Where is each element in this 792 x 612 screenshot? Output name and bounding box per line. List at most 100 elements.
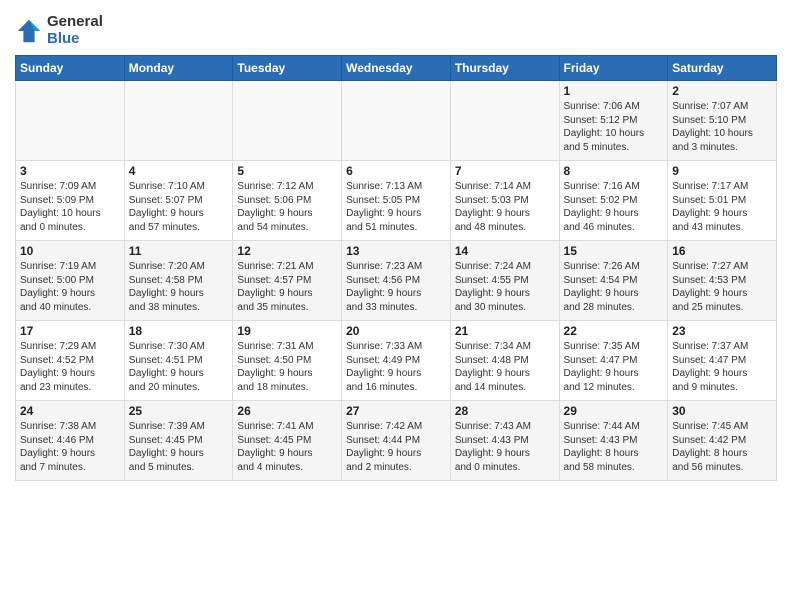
day-info: Sunrise: 7:20 AM Sunset: 4:58 PM Dayligh… bbox=[129, 260, 229, 314]
day-number: 27 bbox=[346, 404, 446, 418]
weekday-header-tuesday: Tuesday bbox=[233, 56, 342, 81]
day-info: Sunrise: 7:38 AM Sunset: 4:46 PM Dayligh… bbox=[20, 420, 120, 474]
day-info: Sunrise: 7:35 AM Sunset: 4:47 PM Dayligh… bbox=[564, 340, 664, 394]
calendar-cell: 3 Sunrise: 7:09 AM Sunset: 5:09 PM Daylig… bbox=[16, 161, 125, 241]
logo-icon bbox=[15, 17, 43, 45]
calendar-cell: 24 Sunrise: 7:38 AM Sunset: 4:46 PM Dayli… bbox=[16, 401, 125, 481]
day-info: Sunrise: 7:44 AM Sunset: 4:43 PM Dayligh… bbox=[564, 420, 664, 474]
day-number: 1 bbox=[564, 84, 664, 98]
day-info: Sunrise: 7:43 AM Sunset: 4:43 PM Dayligh… bbox=[455, 420, 555, 474]
day-info: Sunrise: 7:09 AM Sunset: 5:09 PM Dayligh… bbox=[20, 180, 120, 234]
day-info: Sunrise: 7:31 AM Sunset: 4:50 PM Dayligh… bbox=[237, 340, 337, 394]
day-info: Sunrise: 7:27 AM Sunset: 4:53 PM Dayligh… bbox=[672, 260, 772, 314]
calendar-cell: 20 Sunrise: 7:33 AM Sunset: 4:49 PM Dayli… bbox=[342, 321, 451, 401]
calendar-cell: 15Sunrise: 7:26 AM Sunset: 4:54 PM Dayli… bbox=[559, 241, 668, 321]
day-number: 3 bbox=[20, 164, 120, 178]
day-number: 29 bbox=[564, 404, 664, 418]
weekday-header-friday: Friday bbox=[559, 56, 668, 81]
day-info: Sunrise: 7:37 AM Sunset: 4:47 PM Dayligh… bbox=[672, 340, 772, 394]
day-number: 28 bbox=[455, 404, 555, 418]
calendar-cell: 2 Sunrise: 7:07 AM Sunset: 5:10 PM Daylig… bbox=[668, 81, 777, 161]
day-info: Sunrise: 7:13 AM Sunset: 5:05 PM Dayligh… bbox=[346, 180, 446, 234]
calendar-cell: 19 Sunrise: 7:31 AM Sunset: 4:50 PM Dayli… bbox=[233, 321, 342, 401]
calendar-cell: 23Sunrise: 7:37 AM Sunset: 4:47 PM Dayli… bbox=[668, 321, 777, 401]
calendar-cell: 26 Sunrise: 7:41 AM Sunset: 4:45 PM Dayli… bbox=[233, 401, 342, 481]
day-number: 12 bbox=[237, 244, 337, 258]
day-info: Sunrise: 7:29 AM Sunset: 4:52 PM Dayligh… bbox=[20, 340, 120, 394]
day-info: Sunrise: 7:06 AM Sunset: 5:12 PM Dayligh… bbox=[564, 100, 664, 154]
day-info: Sunrise: 7:39 AM Sunset: 4:45 PM Dayligh… bbox=[129, 420, 229, 474]
day-info: Sunrise: 7:24 AM Sunset: 4:55 PM Dayligh… bbox=[455, 260, 555, 314]
day-info: Sunrise: 7:17 AM Sunset: 5:01 PM Dayligh… bbox=[672, 180, 772, 234]
calendar-cell: 4 Sunrise: 7:10 AM Sunset: 5:07 PM Daylig… bbox=[124, 161, 233, 241]
day-number: 24 bbox=[20, 404, 120, 418]
day-number: 7 bbox=[455, 164, 555, 178]
logo-text: General Blue bbox=[47, 14, 103, 47]
calendar-cell bbox=[16, 81, 125, 161]
day-number: 20 bbox=[346, 324, 446, 338]
day-number: 4 bbox=[129, 164, 229, 178]
calendar-cell bbox=[233, 81, 342, 161]
calendar-cell: 22Sunrise: 7:35 AM Sunset: 4:47 PM Dayli… bbox=[559, 321, 668, 401]
logo: General Blue bbox=[15, 14, 103, 47]
calendar-cell: 16 Sunrise: 7:27 AM Sunset: 4:53 PM Dayli… bbox=[668, 241, 777, 321]
day-info: Sunrise: 7:42 AM Sunset: 4:44 PM Dayligh… bbox=[346, 420, 446, 474]
day-number: 30 bbox=[672, 404, 772, 418]
calendar-cell: 6 Sunrise: 7:13 AM Sunset: 5:05 PM Daylig… bbox=[342, 161, 451, 241]
day-number: 26 bbox=[237, 404, 337, 418]
calendar-cell: 17Sunrise: 7:29 AM Sunset: 4:52 PM Dayli… bbox=[16, 321, 125, 401]
calendar-cell: 21 Sunrise: 7:34 AM Sunset: 4:48 PM Dayli… bbox=[450, 321, 559, 401]
weekday-header-saturday: Saturday bbox=[668, 56, 777, 81]
day-number: 21 bbox=[455, 324, 555, 338]
calendar-week-4: 17Sunrise: 7:29 AM Sunset: 4:52 PM Dayli… bbox=[16, 321, 777, 401]
day-number: 2 bbox=[672, 84, 772, 98]
day-info: Sunrise: 7:33 AM Sunset: 4:49 PM Dayligh… bbox=[346, 340, 446, 394]
calendar-cell bbox=[342, 81, 451, 161]
day-info: Sunrise: 7:30 AM Sunset: 4:51 PM Dayligh… bbox=[129, 340, 229, 394]
calendar-cell: 5Sunrise: 7:12 AM Sunset: 5:06 PM Daylig… bbox=[233, 161, 342, 241]
day-info: Sunrise: 7:34 AM Sunset: 4:48 PM Dayligh… bbox=[455, 340, 555, 394]
page-container: General Blue SundayMondayTuesdayWednesda… bbox=[0, 0, 792, 486]
day-number: 14 bbox=[455, 244, 555, 258]
calendar-week-3: 10Sunrise: 7:19 AM Sunset: 5:00 PM Dayli… bbox=[16, 241, 777, 321]
calendar-cell: 28 Sunrise: 7:43 AM Sunset: 4:43 PM Dayli… bbox=[450, 401, 559, 481]
day-number: 25 bbox=[129, 404, 229, 418]
day-number: 6 bbox=[346, 164, 446, 178]
day-info: Sunrise: 7:10 AM Sunset: 5:07 PM Dayligh… bbox=[129, 180, 229, 234]
calendar-week-1: 1 Sunrise: 7:06 AM Sunset: 5:12 PM Daylig… bbox=[16, 81, 777, 161]
day-number: 9 bbox=[672, 164, 772, 178]
calendar-cell: 29 Sunrise: 7:44 AM Sunset: 4:43 PM Dayli… bbox=[559, 401, 668, 481]
day-info: Sunrise: 7:07 AM Sunset: 5:10 PM Dayligh… bbox=[672, 100, 772, 154]
day-number: 18 bbox=[129, 324, 229, 338]
day-number: 11 bbox=[129, 244, 229, 258]
calendar-cell: 10Sunrise: 7:19 AM Sunset: 5:00 PM Dayli… bbox=[16, 241, 125, 321]
calendar-cell bbox=[124, 81, 233, 161]
calendar-cell: 8 Sunrise: 7:16 AM Sunset: 5:02 PM Daylig… bbox=[559, 161, 668, 241]
day-number: 16 bbox=[672, 244, 772, 258]
calendar-cell: 7Sunrise: 7:14 AM Sunset: 5:03 PM Daylig… bbox=[450, 161, 559, 241]
day-number: 10 bbox=[20, 244, 120, 258]
day-info: Sunrise: 7:21 AM Sunset: 4:57 PM Dayligh… bbox=[237, 260, 337, 314]
day-number: 5 bbox=[237, 164, 337, 178]
day-info: Sunrise: 7:23 AM Sunset: 4:56 PM Dayligh… bbox=[346, 260, 446, 314]
weekday-header-sunday: Sunday bbox=[16, 56, 125, 81]
calendar-cell bbox=[450, 81, 559, 161]
calendar-cell: 25 Sunrise: 7:39 AM Sunset: 4:45 PM Dayli… bbox=[124, 401, 233, 481]
calendar-cell: 13 Sunrise: 7:23 AM Sunset: 4:56 PM Dayli… bbox=[342, 241, 451, 321]
day-info: Sunrise: 7:16 AM Sunset: 5:02 PM Dayligh… bbox=[564, 180, 664, 234]
day-number: 19 bbox=[237, 324, 337, 338]
day-info: Sunrise: 7:45 AM Sunset: 4:42 PM Dayligh… bbox=[672, 420, 772, 474]
day-number: 8 bbox=[564, 164, 664, 178]
day-number: 13 bbox=[346, 244, 446, 258]
weekday-header-row: SundayMondayTuesdayWednesdayThursdayFrid… bbox=[16, 56, 777, 81]
calendar-cell: 9 Sunrise: 7:17 AM Sunset: 5:01 PM Daylig… bbox=[668, 161, 777, 241]
calendar-cell: 30 Sunrise: 7:45 AM Sunset: 4:42 PM Dayli… bbox=[668, 401, 777, 481]
calendar-cell: 27 Sunrise: 7:42 AM Sunset: 4:44 PM Dayli… bbox=[342, 401, 451, 481]
day-info: Sunrise: 7:41 AM Sunset: 4:45 PM Dayligh… bbox=[237, 420, 337, 474]
weekday-header-thursday: Thursday bbox=[450, 56, 559, 81]
calendar-cell: 1 Sunrise: 7:06 AM Sunset: 5:12 PM Daylig… bbox=[559, 81, 668, 161]
weekday-header-monday: Monday bbox=[124, 56, 233, 81]
calendar-week-2: 3 Sunrise: 7:09 AM Sunset: 5:09 PM Daylig… bbox=[16, 161, 777, 241]
calendar-week-5: 24 Sunrise: 7:38 AM Sunset: 4:46 PM Dayli… bbox=[16, 401, 777, 481]
calendar-cell: 14 Sunrise: 7:24 AM Sunset: 4:55 PM Dayli… bbox=[450, 241, 559, 321]
